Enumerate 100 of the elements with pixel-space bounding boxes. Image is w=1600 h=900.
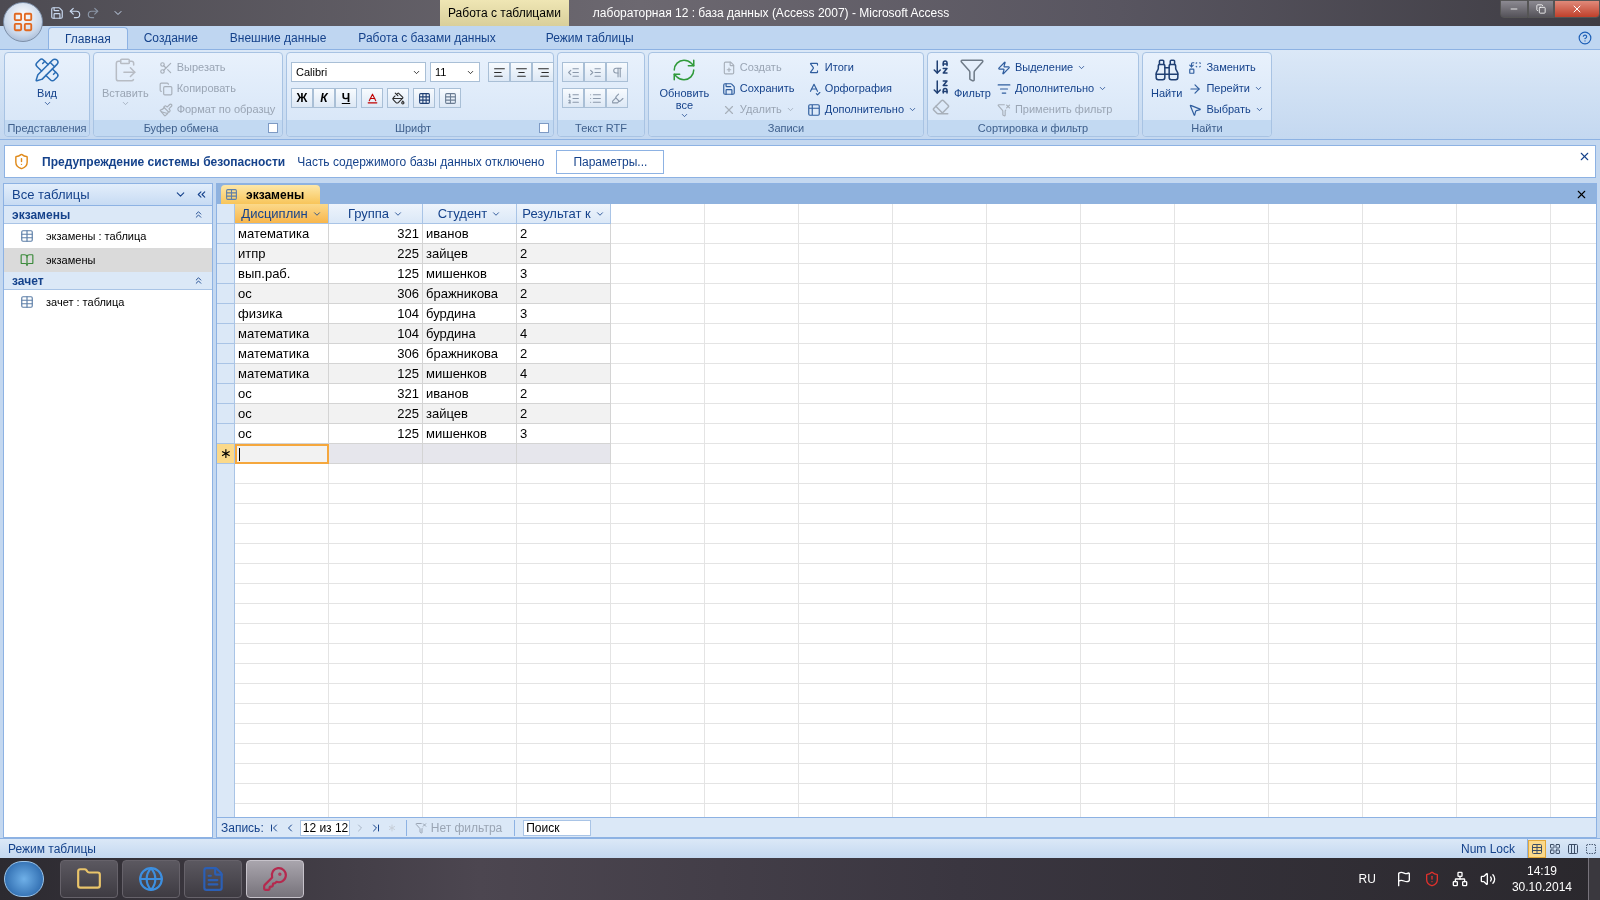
minimize-button[interactable] <box>1500 0 1528 18</box>
sort-descending-icon[interactable] <box>932 78 950 96</box>
decrease-indent-button[interactable] <box>562 62 584 82</box>
font-name-field[interactable]: Calibri <box>291 62 426 82</box>
taskbar-app[interactable] <box>246 860 304 898</box>
font-color-button[interactable] <box>361 88 383 108</box>
input-field[interactable] <box>235 444 329 464</box>
align-right-button[interactable] <box>532 62 554 82</box>
search-field[interactable]: Поиск <box>523 819 592 836</box>
totals-button[interactable]: Итоги <box>804 57 919 78</box>
ribbon-tab[interactable]: Работа с базами данных <box>342 27 512 49</box>
language-indicator[interactable]: RU <box>1358 870 1376 888</box>
restore-button[interactable] <box>1528 0 1554 18</box>
nav-header-title: Все таблицы <box>11 185 91 204</box>
more-button[interactable]: Дополнительно <box>804 99 919 120</box>
taskbar-app[interactable] <box>122 860 180 898</box>
column-header[interactable]: Дисциплин <box>235 204 329 224</box>
nav-group-header[interactable]: зачет <box>4 272 212 290</box>
column-header[interactable]: Группа <box>329 204 423 224</box>
table-cell: 2 <box>517 224 611 244</box>
redo-icon[interactable] <box>86 6 100 20</box>
highlight-button[interactable] <box>606 88 628 108</box>
caret-icon <box>42 99 52 108</box>
selection-button[interactable]: Выделение <box>994 57 1115 78</box>
clock[interactable]: 14:19 30.10.2014 <box>1511 863 1572 895</box>
dialog-launcher-icon[interactable] <box>268 123 278 133</box>
volume-icon[interactable] <box>1479 871 1496 887</box>
bullets-button[interactable] <box>584 88 606 108</box>
select-button[interactable]: Выбрать <box>1186 99 1266 120</box>
format-button[interactable]: К <box>313 88 335 108</box>
record-position-field[interactable]: 12 из 12 <box>299 819 350 836</box>
taskbar-app[interactable] <box>60 860 118 898</box>
key-icon <box>262 866 288 892</box>
save-button[interactable]: Сохранить <box>719 78 797 99</box>
copy-icon <box>158 81 173 96</box>
table-cell: математика <box>235 364 329 384</box>
nav-group-header[interactable]: экзамены <box>4 206 212 224</box>
advanced-filter-button[interactable]: Дополнительно <box>994 78 1115 99</box>
dialog-launcher-icon[interactable] <box>539 123 549 133</box>
filter-button[interactable]: Фильтр <box>950 57 995 99</box>
table-cell: 225 <box>329 244 423 264</box>
increase-indent-button[interactable] <box>584 62 606 82</box>
undo-icon[interactable] <box>68 6 82 20</box>
alternate-fill-button[interactable] <box>439 88 461 108</box>
table-icon <box>20 295 34 309</box>
save-icon[interactable] <box>50 6 64 20</box>
increase-indent-icon <box>588 65 602 79</box>
ribbon-tab[interactable]: Режим таблицы <box>529 27 650 49</box>
view-button[interactable] <box>1528 839 1546 858</box>
design-view-icon <box>1585 842 1597 855</box>
paragraph-button[interactable] <box>606 62 628 82</box>
view-button[interactable]: Вид <box>30 57 64 108</box>
ribbon-tab[interactable]: Главная <box>48 27 128 49</box>
align-center-icon <box>514 65 528 79</box>
refresh-all-button[interactable]: Обновить все <box>653 57 716 120</box>
document-tab[interactable]: экзамены <box>221 185 321 204</box>
advanced-filter-icon <box>996 81 1011 96</box>
network-icon[interactable] <box>1451 871 1468 887</box>
show-desktop-button[interactable] <box>1588 858 1600 900</box>
office-button[interactable] <box>3 2 43 42</box>
format-button[interactable]: Ж <box>291 88 313 108</box>
nav-item[interactable]: экзамены <box>4 248 212 272</box>
ribbon-tab[interactable]: Создание <box>127 27 214 49</box>
collapse-icon[interactable] <box>195 188 208 201</box>
folder-icon <box>76 866 102 892</box>
fill-color-button[interactable] <box>387 88 409 108</box>
paragraph-icon <box>610 65 624 79</box>
close-button[interactable] <box>1554 0 1600 18</box>
replace-button[interactable]: Заменить <box>1186 57 1266 78</box>
fill-color-icon <box>391 91 405 105</box>
align-left-button[interactable] <box>488 62 510 82</box>
font-size-field[interactable]: 11 <box>430 62 480 82</box>
close-icon[interactable] <box>1578 150 1591 163</box>
shield-icon[interactable] <box>1423 871 1440 887</box>
table-cell: мишенков <box>423 264 517 284</box>
close-icon[interactable] <box>1575 188 1588 201</box>
align-center-button[interactable] <box>510 62 532 82</box>
column-header[interactable]: Результат к <box>517 204 611 224</box>
caret-icon <box>908 105 917 114</box>
gridlines-button[interactable] <box>413 88 435 108</box>
table-cell: физика <box>235 304 329 324</box>
flag-icon[interactable] <box>1395 871 1412 887</box>
caret-icon <box>785 105 795 114</box>
numbering-button[interactable] <box>562 88 584 108</box>
format-button[interactable]: Ч <box>335 88 357 108</box>
table-cell: иванов <box>423 224 517 244</box>
ribbon-tab[interactable]: Внешние данные <box>213 27 343 49</box>
help-icon[interactable] <box>1578 31 1592 45</box>
sort-ascending-icon[interactable] <box>932 58 950 76</box>
options-button[interactable]: Параметры... <box>556 149 665 174</box>
align-right-icon <box>536 65 550 79</box>
caret-icon <box>1077 63 1087 72</box>
go-to-button[interactable]: Перейти <box>1186 78 1266 99</box>
start-button[interactable] <box>4 861 44 897</box>
find-button[interactable]: Найти <box>1147 57 1187 99</box>
table-cell: 3 <box>517 264 611 284</box>
column-header[interactable]: Студент <box>423 204 517 224</box>
caret-icon <box>1254 105 1264 114</box>
spelling-button[interactable]: Орфография <box>804 78 919 99</box>
filter-icon <box>959 57 986 83</box>
